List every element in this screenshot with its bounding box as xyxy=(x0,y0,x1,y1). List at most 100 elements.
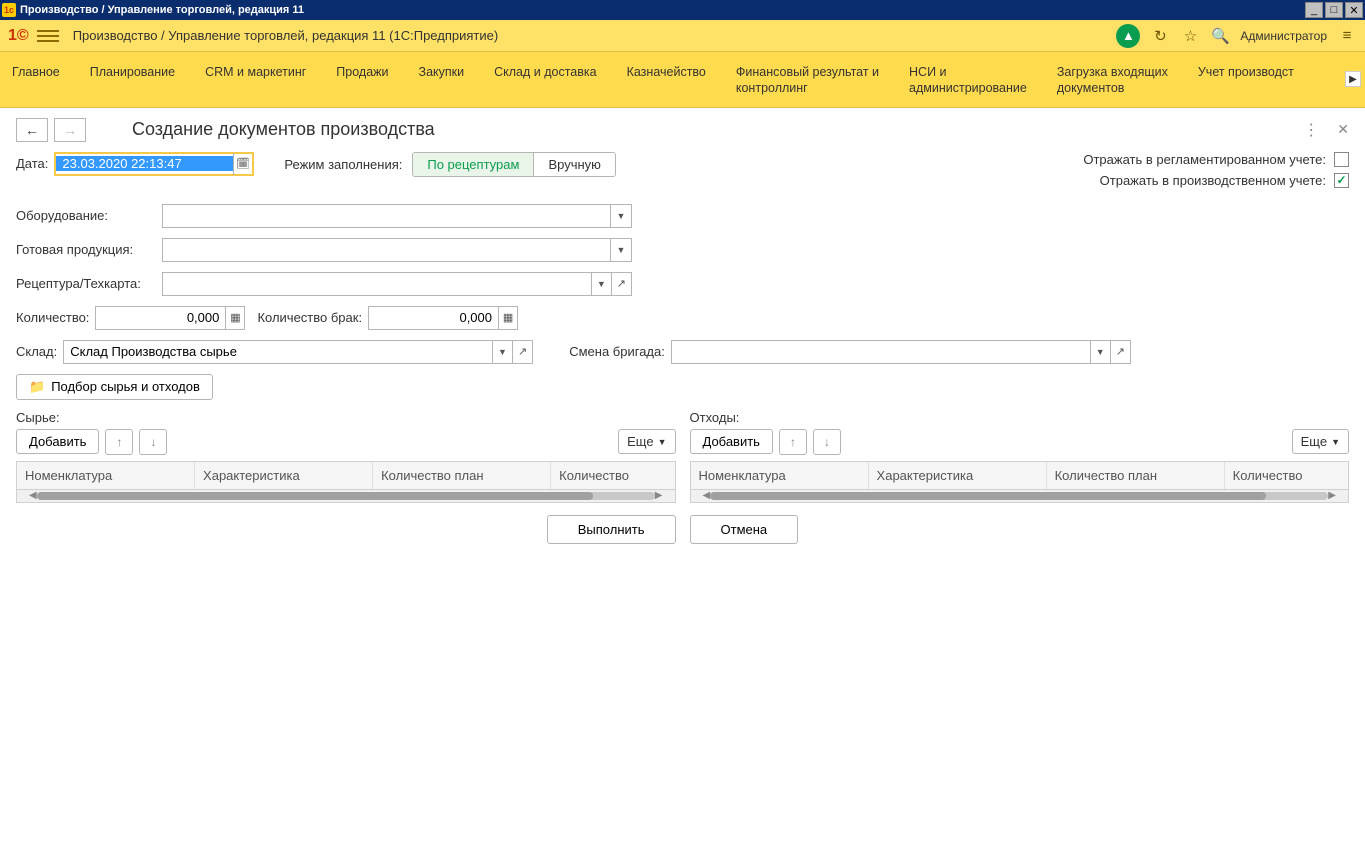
product-input[interactable] xyxy=(163,242,610,257)
nav-finance[interactable]: Финансовый результат и контроллинг xyxy=(734,58,881,107)
waste-move-down-icon[interactable]: ↓ xyxy=(813,429,841,455)
raw-table: Номенклатура Характеристика Количество п… xyxy=(16,461,676,503)
raw-col-nomenclature[interactable]: Номенклатура xyxy=(17,462,195,489)
close-form-button[interactable]: ✕ xyxy=(1337,121,1349,138)
raw-col-qty[interactable]: Количество xyxy=(551,462,674,489)
nav-production-acc[interactable]: Учет производст xyxy=(1196,58,1296,107)
qty-input[interactable] xyxy=(96,310,225,325)
date-input[interactable] xyxy=(56,156,232,171)
prod-accounting-checkbox[interactable]: ✓ xyxy=(1334,173,1349,188)
history-icon[interactable]: ↻ xyxy=(1150,26,1170,46)
recipe-input[interactable] xyxy=(163,276,591,291)
warehouse-input[interactable] xyxy=(64,344,492,359)
raw-col-characteristic[interactable]: Характеристика xyxy=(195,462,373,489)
warehouse-dropdown-icon[interactable]: ▼ xyxy=(492,341,512,363)
settings-icon[interactable]: ≡ xyxy=(1337,26,1357,46)
window-title: Производство / Управление торговлей, ред… xyxy=(20,4,1303,16)
nav-purchases[interactable]: Закупки xyxy=(417,58,467,107)
shift-input[interactable] xyxy=(672,344,1090,359)
hamburger-icon[interactable] xyxy=(37,25,59,47)
equipment-input[interactable] xyxy=(163,208,610,223)
main-nav: Главное Планирование CRM и маркетинг Про… xyxy=(0,52,1365,108)
shift-dropdown-icon[interactable]: ▼ xyxy=(1090,341,1110,363)
toggle-by-recipe[interactable]: По рецептурам xyxy=(413,153,533,176)
shift-input-wrap: ▼ ↗ xyxy=(671,340,1131,364)
waste-move-up-icon[interactable]: ↑ xyxy=(779,429,807,455)
raw-col-qty-plan[interactable]: Количество план xyxy=(373,462,551,489)
waste-col-nomenclature[interactable]: Номенклатура xyxy=(691,462,869,489)
raw-title: Сырье: xyxy=(16,410,676,425)
fill-mode-toggle: По рецептурам Вручную xyxy=(412,152,616,177)
qty-defect-input[interactable] xyxy=(369,310,498,325)
execute-button[interactable]: Выполнить xyxy=(547,515,676,544)
equipment-dropdown-icon[interactable]: ▼ xyxy=(610,205,631,227)
minimize-button[interactable]: _ xyxy=(1305,2,1323,18)
cancel-button[interactable]: Отмена xyxy=(690,515,799,544)
waste-scrollbar[interactable]: ◀ ▶ xyxy=(691,490,1349,502)
back-button[interactable]: ← xyxy=(16,118,48,142)
nav-planning[interactable]: Планирование xyxy=(88,58,177,107)
qty-calc-icon[interactable]: ▦ xyxy=(225,307,244,329)
scroll-right-icon: ▶ xyxy=(655,490,663,501)
fill-mode-label: Режим заполнения: xyxy=(284,157,402,172)
raw-move-down-icon[interactable]: ↓ xyxy=(139,429,167,455)
window-titlebar: 1c Производство / Управление торговлей, … xyxy=(0,0,1365,20)
raw-move-up-icon[interactable]: ↑ xyxy=(105,429,133,455)
shift-open-icon[interactable]: ↗ xyxy=(1110,341,1130,363)
raw-add-button[interactable]: Добавить xyxy=(16,429,99,454)
reg-accounting-checkbox[interactable] xyxy=(1334,152,1349,167)
close-window-button[interactable]: ✕ xyxy=(1345,2,1363,18)
nav-main[interactable]: Главное xyxy=(10,58,62,107)
chevron-down-icon: ▼ xyxy=(1331,437,1340,447)
nav-treasury[interactable]: Казначейство xyxy=(625,58,708,107)
pick-btn-label: Подбор сырья и отходов xyxy=(51,379,200,394)
pick-raw-waste-button[interactable]: 📁 Подбор сырья и отходов xyxy=(16,374,213,400)
calendar-icon[interactable]: 🗓 xyxy=(233,153,253,175)
nav-crm[interactable]: CRM и маркетинг xyxy=(203,58,308,107)
raw-more-button[interactable]: Еще▼ xyxy=(618,429,675,454)
waste-col-qty[interactable]: Количество xyxy=(1225,462,1348,489)
scroll-left-icon: ◀ xyxy=(29,490,37,501)
nav-sales[interactable]: Продажи xyxy=(334,58,390,107)
app-logo-icon: 1c xyxy=(2,3,16,17)
product-dropdown-icon[interactable]: ▼ xyxy=(610,239,631,261)
waste-table: Номенклатура Характеристика Количество п… xyxy=(690,461,1350,503)
content-area: ← → Создание документов производства ⋮ ✕… xyxy=(0,108,1365,554)
app-title: Производство / Управление торговлей, ред… xyxy=(73,28,499,43)
raw-column: Сырье: Добавить ↑ ↓ Еще▼ Номенклатура Ха… xyxy=(16,410,676,544)
star-icon[interactable]: ☆ xyxy=(1180,26,1200,46)
page-title: Создание документов производства xyxy=(132,119,435,140)
product-input-wrap: ▼ xyxy=(162,238,632,262)
maximize-button[interactable]: □ xyxy=(1325,2,1343,18)
waste-column: Отходы: Добавить ↑ ↓ Еще ▼ Номенклатура Х… xyxy=(690,410,1350,544)
nav-warehouse[interactable]: Склад и доставка xyxy=(492,58,598,107)
qty-defect-calc-icon[interactable]: ▦ xyxy=(498,307,517,329)
nav-nsi[interactable]: НСИ и администрирование xyxy=(907,58,1029,107)
notifications-icon[interactable]: ▲ xyxy=(1116,24,1140,48)
waste-col-characteristic[interactable]: Характеристика xyxy=(869,462,1047,489)
warehouse-open-icon[interactable]: ↗ xyxy=(512,341,532,363)
brand-logo-icon: 1© xyxy=(8,27,29,45)
date-input-wrap: 🗓 xyxy=(54,152,254,176)
warehouse-input-wrap: ▼ ↗ xyxy=(63,340,533,364)
waste-more-label: Еще xyxy=(1301,434,1327,449)
recipe-input-wrap: ▼ ↗ xyxy=(162,272,632,296)
folder-icon: 📁 xyxy=(29,379,45,395)
warehouse-label: Склад: xyxy=(16,344,57,359)
waste-col-qty-plan[interactable]: Количество план xyxy=(1047,462,1225,489)
raw-scrollbar[interactable]: ◀ ▶ xyxy=(17,490,675,502)
waste-more-button[interactable]: Еще ▼ xyxy=(1292,429,1349,454)
user-label[interactable]: Администратор xyxy=(1240,29,1327,43)
scroll-left-icon: ◀ xyxy=(703,490,711,501)
waste-title: Отходы: xyxy=(690,410,1350,425)
waste-add-button[interactable]: Добавить xyxy=(690,429,773,454)
nav-scroll-right-icon[interactable]: ▶ xyxy=(1345,71,1361,87)
recipe-dropdown-icon[interactable]: ▼ xyxy=(591,273,611,295)
nav-incoming[interactable]: Загрузка входящих документов xyxy=(1055,58,1170,107)
scroll-right-icon: ▶ xyxy=(1328,490,1336,501)
recipe-open-icon[interactable]: ↗ xyxy=(611,273,631,295)
toggle-manual[interactable]: Вручную xyxy=(533,153,614,176)
more-actions-icon[interactable]: ⋮ xyxy=(1303,120,1319,140)
forward-button[interactable]: → xyxy=(54,118,86,142)
search-icon[interactable]: 🔍 xyxy=(1210,26,1230,46)
